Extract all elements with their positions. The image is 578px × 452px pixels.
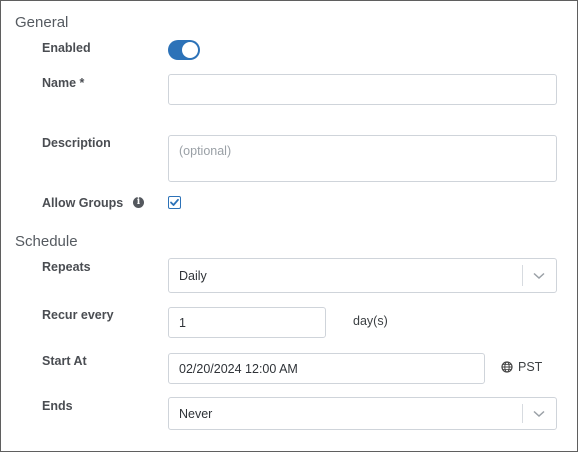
- allow-groups-label: Allow Groups: [42, 196, 124, 210]
- general-section-title: General: [15, 14, 69, 31]
- check-icon: [170, 198, 179, 206]
- enabled-label: Enabled: [42, 41, 91, 55]
- select-divider: [522, 265, 523, 286]
- toggle-knob: [182, 42, 198, 58]
- ends-select[interactable]: Never: [168, 397, 557, 430]
- recur-unit-label: day(s): [353, 314, 388, 328]
- recur-every-input[interactable]: 1: [168, 307, 326, 338]
- ends-value: Never: [179, 406, 213, 421]
- name-label: Name *: [42, 76, 85, 90]
- timezone-selector[interactable]: PST: [501, 360, 542, 374]
- globe-icon: [501, 361, 513, 373]
- allow-groups-checkbox[interactable]: [168, 196, 181, 209]
- timezone-label: PST: [518, 360, 543, 374]
- name-input[interactable]: [168, 74, 557, 105]
- chevron-down-icon: [533, 272, 545, 279]
- description-label: Description: [42, 136, 111, 150]
- chevron-down-icon: [533, 410, 545, 417]
- settings-panel: General Enabled Name * Description (opti…: [0, 0, 578, 452]
- repeats-select[interactable]: Daily: [168, 258, 557, 293]
- repeats-value: Daily: [179, 268, 207, 283]
- ends-label: Ends: [42, 399, 73, 413]
- description-textarea[interactable]: (optional): [168, 135, 557, 182]
- schedule-section-title: Schedule: [15, 233, 78, 250]
- recur-every-label: Recur every: [42, 308, 114, 322]
- info-icon[interactable]: i: [133, 197, 144, 208]
- select-divider: [522, 404, 523, 423]
- start-at-input[interactable]: 02/20/2024 12:00 AM: [168, 353, 485, 384]
- start-at-label: Start At: [42, 354, 87, 368]
- repeats-label: Repeats: [42, 260, 91, 274]
- enabled-toggle[interactable]: [168, 40, 200, 60]
